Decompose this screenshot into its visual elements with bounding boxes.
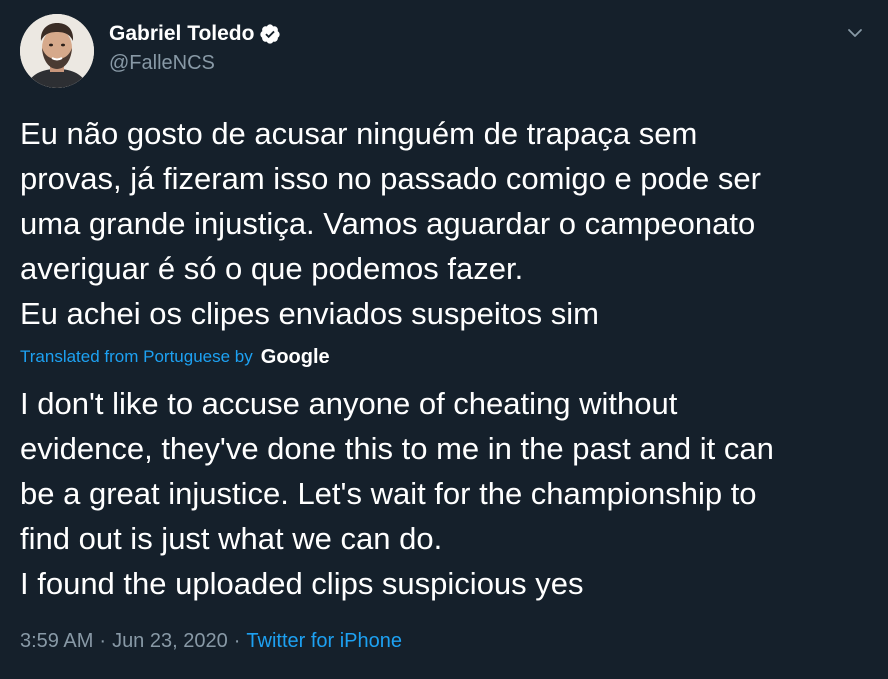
display-name[interactable]: Gabriel Toledo [109, 22, 254, 46]
translation-attribution: Translated from Portuguese by Google [20, 343, 330, 371]
avatar[interactable] [20, 14, 94, 88]
user-handle[interactable]: @FalleNCS [109, 52, 281, 75]
tweet-source-link[interactable]: Twitter for iPhone [246, 630, 402, 653]
tweet-text-translated: I don't like to accuse anyone of cheatin… [20, 386, 774, 601]
verified-badge-icon [259, 23, 281, 45]
meta-separator: · [233, 629, 241, 652]
meta-separator: · [99, 629, 107, 652]
display-name-row: Gabriel Toledo [109, 21, 281, 47]
tweet-text-original: Eu não gosto de acusar ninguém de trapaç… [20, 116, 761, 331]
google-logo: Google [260, 345, 330, 368]
tweet-date[interactable]: Jun 23, 2020 [112, 630, 228, 653]
user-info[interactable]: Gabriel Toledo @FalleNCS [109, 21, 281, 75]
tweet-header: Gabriel Toledo @FalleNCS [20, 14, 868, 88]
tweet-card: Gabriel Toledo @FalleNCS Eu não gosto de… [0, 0, 888, 679]
tweet-metadata: 3:59 AM · Jun 23, 2020 · Twitter for iPh… [20, 627, 402, 655]
avatar-photo [20, 14, 94, 88]
chevron-down-icon[interactable] [844, 22, 866, 44]
translated-from-link[interactable]: Translated from Portuguese by [20, 347, 253, 367]
tweet-time[interactable]: 3:59 AM [20, 630, 93, 653]
